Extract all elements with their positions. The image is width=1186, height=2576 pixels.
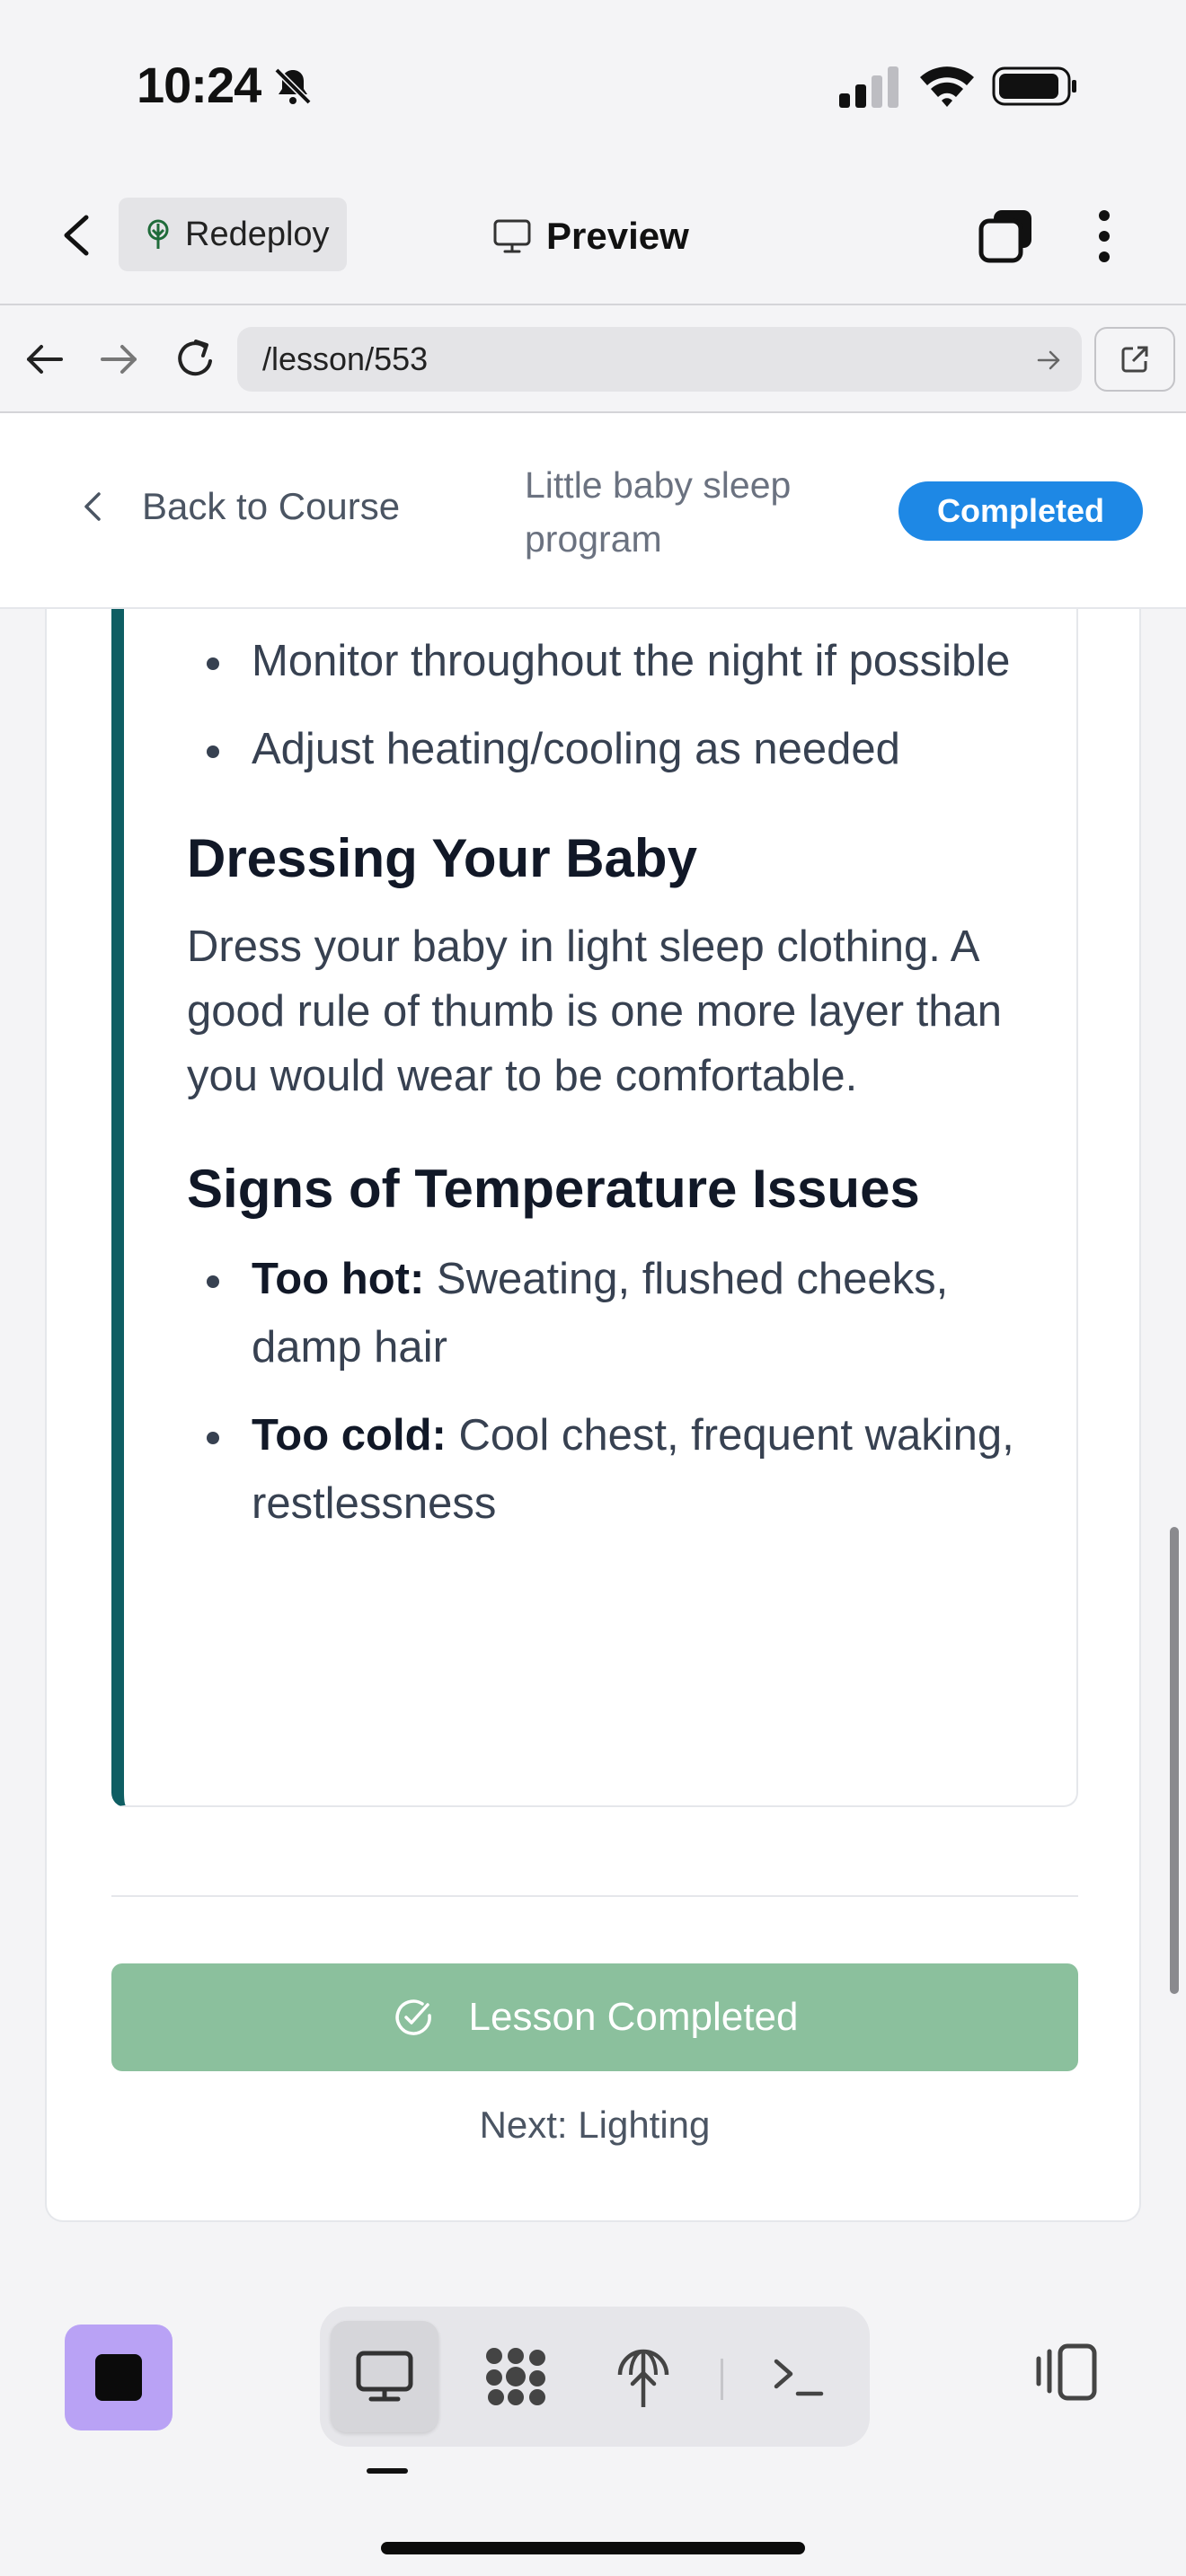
chevron-left-icon — [84, 492, 101, 521]
url-text: /lesson/553 — [262, 340, 429, 377]
section-heading: Signs of Temperature Issues — [187, 1159, 920, 1219]
lesson-body: Monitor throughout the night if possible… — [187, 627, 1031, 1557]
redeploy-button[interactable]: Redeploy — [119, 198, 347, 271]
list-item: Too hot: Sweating, flushed cheeks, damp … — [187, 1245, 1031, 1381]
lesson-completed-button[interactable]: Lesson Completed — [111, 1963, 1078, 2071]
stop-button[interactable] — [65, 2325, 173, 2430]
tabs-icon[interactable] — [978, 207, 1035, 264]
status-bar: 10:24 — [0, 0, 1186, 171]
temperature-tips-list: Monitor throughout the night if possible… — [187, 627, 1031, 783]
reload-icon[interactable] — [173, 334, 219, 383]
section-paragraph: Dress your baby in light sleep clothing.… — [187, 922, 1003, 1100]
list-item: Too cold: Cool chest, frequent waking, r… — [187, 1401, 1031, 1538]
preview-title: Preview — [492, 207, 689, 266]
apps-icon — [486, 2348, 545, 2405]
redeploy-label: Redeploy — [185, 215, 330, 253]
list-item-label: Too hot: — [252, 1255, 425, 1303]
battery-icon — [992, 66, 1076, 106]
list-item: Monitor throughout the night if possible — [187, 627, 1031, 695]
lesson-header: Back to Course Little baby sleep program… — [0, 413, 1186, 609]
url-input[interactable]: /lesson/553 — [237, 327, 1082, 392]
external-link-icon — [1121, 346, 1148, 373]
deploy-tool-button[interactable] — [589, 2321, 697, 2432]
desktop-tool-button[interactable] — [331, 2321, 438, 2432]
deploy-icon — [617, 2349, 669, 2407]
back-to-course-label: Back to Course — [142, 485, 401, 527]
list-item: Adjust heating/cooling as needed — [187, 715, 1031, 783]
preview-label: Preview — [546, 215, 689, 257]
next-lesson-link[interactable]: Next: Lighting — [111, 2104, 1078, 2147]
check-circle-icon — [394, 1999, 431, 2035]
more-vertical-icon[interactable] — [1091, 207, 1118, 266]
bottom-toolbar — [0, 2263, 1186, 2576]
home-indicator — [381, 2542, 805, 2554]
divider — [111, 1895, 1078, 1897]
cellular-signal-icon — [839, 66, 898, 108]
terminal-icon — [774, 2359, 824, 2396]
back-to-course-link[interactable]: Back to Course — [83, 485, 400, 528]
stop-icon — [95, 2354, 142, 2401]
temperature-signs-list: Too hot: Sweating, flushed cheeks, damp … — [187, 1245, 1031, 1538]
browser-url-bar: /lesson/553 — [0, 305, 1186, 413]
scrollbar[interactable] — [1170, 1527, 1179, 1994]
list-item-label: Too cold: — [252, 1411, 447, 1460]
chevron-left-icon[interactable] — [54, 208, 99, 262]
apps-tool-button[interactable] — [462, 2321, 570, 2432]
tool-switcher — [320, 2307, 870, 2447]
arrow-left-icon[interactable] — [23, 340, 66, 379]
terminal-tool-button[interactable] — [744, 2321, 852, 2432]
status-time: 10:24 — [137, 57, 261, 113]
tree-icon — [147, 219, 169, 249]
course-title: Little baby sleep program — [525, 464, 792, 560]
app-top-bar: Redeploy Preview — [0, 171, 1186, 305]
desktop-icon — [356, 2351, 413, 2402]
toolbar-separator — [721, 2359, 723, 2400]
lesson-card: Monitor throughout the night if possible… — [111, 609, 1078, 1807]
arrow-right-icon[interactable] — [97, 340, 140, 379]
open-external-button[interactable] — [1094, 327, 1175, 392]
panel-toggle-icon[interactable] — [1033, 2341, 1100, 2404]
wifi-icon — [920, 66, 974, 107]
monitor-icon — [493, 219, 531, 253]
section-heading: Dressing Your Baby — [187, 828, 697, 888]
status-badge: Completed — [898, 481, 1143, 541]
arrow-right-icon[interactable] — [1035, 347, 1062, 374]
bell-muted-icon — [274, 67, 312, 105]
lesson-completed-label: Lesson Completed — [468, 1995, 799, 2039]
active-tab-indicator — [367, 2468, 408, 2474]
lesson-content: Monitor throughout the night if possible… — [45, 609, 1141, 2222]
